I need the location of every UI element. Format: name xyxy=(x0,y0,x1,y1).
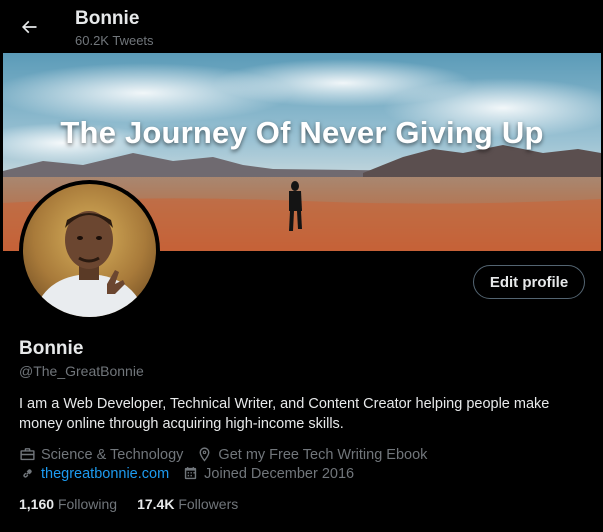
profile-handle: @The_GreatBonnie xyxy=(19,363,144,379)
calendar-icon xyxy=(185,467,197,480)
location-pin-icon xyxy=(199,447,210,462)
profile-bio: I am a Web Developer, Technical Writer, … xyxy=(19,396,550,432)
followers-count: 17.4K xyxy=(137,496,175,512)
profile-meta-row-2: thegreatbonnie.com Joined December 2016 xyxy=(19,465,367,482)
joined-item: Joined December 2016 xyxy=(182,465,354,482)
location-text: Get my Free Tech Writing Ebook xyxy=(218,446,428,463)
header-title: Bonnie xyxy=(75,8,140,29)
arrow-left-icon xyxy=(21,20,37,34)
back-button[interactable] xyxy=(14,12,44,42)
category-text: Science & Technology xyxy=(41,446,184,463)
website-item: thegreatbonnie.com xyxy=(19,465,169,482)
website-link[interactable]: thegreatbonnie.com xyxy=(41,466,169,482)
link-icon xyxy=(23,469,32,478)
tweet-count: 60.2K Tweets xyxy=(75,33,154,48)
following-count: 1,160 xyxy=(19,496,55,512)
profile-meta-row-1: Science & Technology Get my Free Tech Wr… xyxy=(19,446,440,463)
top-bar: Bonnie 60.2K Tweets xyxy=(0,0,603,53)
followers-label: Followers xyxy=(178,496,239,512)
avatar-image xyxy=(23,184,156,317)
followers-link[interactable]: 17.4K Followers xyxy=(137,496,238,512)
joined-text: Joined December 2016 xyxy=(204,465,355,482)
location-item: Get my Free Tech Writing Ebook xyxy=(196,446,427,463)
edit-profile-button[interactable]: Edit profile xyxy=(473,265,585,299)
following-label: Following xyxy=(57,496,118,512)
category-item: Science & Technology xyxy=(19,446,183,463)
profile-name: Bonnie xyxy=(19,338,84,359)
profile-stats: 1,160 Following 17.4K Followers xyxy=(19,496,258,512)
banner-text: The Journey Of Never Giving Up xyxy=(60,115,544,150)
avatar[interactable] xyxy=(19,180,160,321)
briefcase-icon xyxy=(20,448,35,461)
following-link[interactable]: 1,160 Following xyxy=(19,496,117,512)
